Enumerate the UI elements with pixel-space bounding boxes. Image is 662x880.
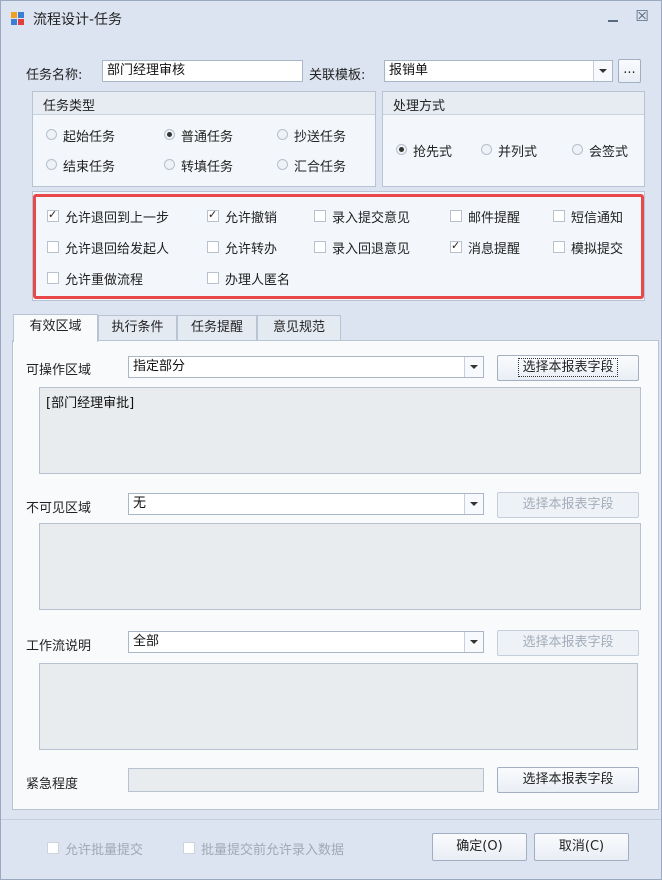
- chevron-down-icon[interactable]: [464, 632, 483, 652]
- process-mode-group: 处理方式: [382, 91, 645, 187]
- title-bar: 流程设计-任务 ☒: [1, 1, 661, 35]
- process-mode-title: 处理方式: [393, 99, 446, 114]
- workflow-desc-content[interactable]: [39, 663, 638, 750]
- urgency-field[interactable]: [128, 768, 484, 792]
- workflow-select-field-button[interactable]: 选择本报表字段: [497, 630, 639, 656]
- chevron-down-icon[interactable]: [464, 357, 483, 377]
- cancel-button[interactable]: 取消(C): [534, 833, 629, 861]
- tab-execute-condition[interactable]: 执行条件: [98, 315, 177, 341]
- workflow-desc-value: 全部: [133, 634, 160, 649]
- invisible-area-select[interactable]: 无: [128, 493, 484, 515]
- footer-divider: [1, 819, 661, 820]
- operable-area-content[interactable]: [部门经理审批]: [39, 387, 641, 474]
- operable-select-field-button[interactable]: 选择本报表字段: [497, 355, 639, 381]
- template-label: 关联模板:: [309, 68, 366, 83]
- invisible-area-content[interactable]: [39, 523, 641, 610]
- invisible-area-label: 不可见区域: [26, 501, 92, 516]
- window-title: 流程设计-任务: [33, 12, 123, 28]
- operable-area-value: 指定部分: [133, 359, 186, 374]
- template-select-value: 报销单: [389, 63, 429, 78]
- tab-opinion-spec[interactable]: 意见规范: [257, 315, 341, 341]
- operable-area-label: 可操作区域: [26, 363, 92, 378]
- invisible-select-field-button[interactable]: 选择本报表字段: [497, 492, 639, 518]
- urgency-select-field-button[interactable]: 选择本报表字段: [497, 767, 639, 793]
- invisible-area-value: 无: [133, 496, 147, 511]
- minimize-icon[interactable]: [605, 11, 621, 25]
- tab-valid-area[interactable]: 有效区域: [13, 314, 98, 342]
- task-type-title: 任务类型: [43, 99, 96, 114]
- urgency-label: 紧急程度: [26, 777, 79, 792]
- operable-area-select[interactable]: 指定部分: [128, 356, 484, 378]
- workflow-desc-label: 工作流说明: [26, 639, 92, 654]
- task-name-input[interactable]: 部门经理审核: [102, 60, 303, 82]
- browse-template-button[interactable]: ...: [618, 59, 641, 83]
- chevron-down-icon[interactable]: [593, 61, 612, 81]
- task-design-window: 流程设计-任务 ☒ 任务名称: 部门经理审核 关联模板: 报销单 ... 任务类…: [0, 0, 662, 880]
- task-name-label: 任务名称:: [26, 68, 83, 83]
- chevron-down-icon[interactable]: [464, 494, 483, 514]
- workflow-desc-select[interactable]: 全部: [128, 631, 484, 653]
- template-select[interactable]: 报销单: [384, 60, 613, 82]
- close-icon[interactable]: ☒: [633, 7, 651, 25]
- ok-button[interactable]: 确定(O): [432, 833, 527, 861]
- app-icon: [11, 12, 25, 26]
- tab-task-reminder[interactable]: 任务提醒: [177, 315, 257, 341]
